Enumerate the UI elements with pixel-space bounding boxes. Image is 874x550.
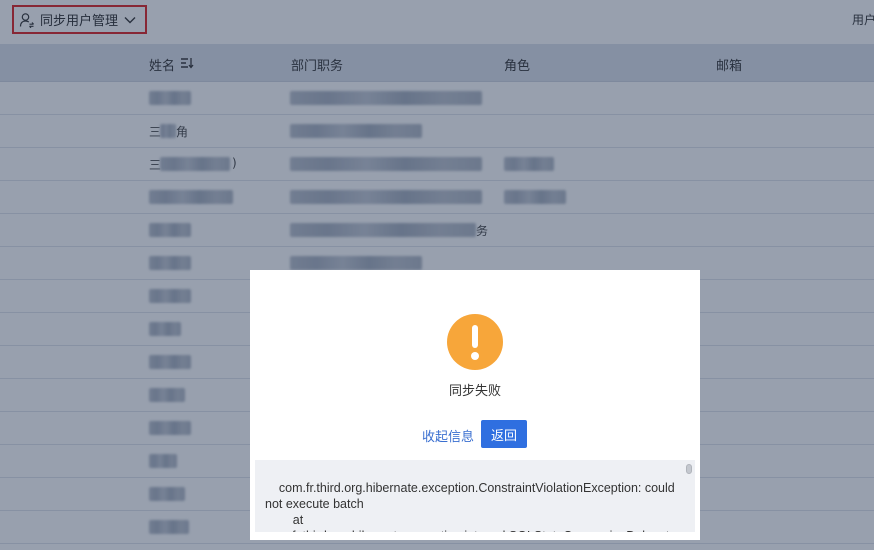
- back-button[interactable]: 返回: [481, 420, 527, 448]
- sync-result-dialog: 同步失败 收起信息 返回 com.fr.third.org.hibernate.…: [250, 270, 700, 540]
- dialog-title: 同步失败: [448, 384, 501, 399]
- collapse-info-link[interactable]: 收起信息: [422, 426, 474, 445]
- error-text: com.fr.third.org.hibernate.exception.Con…: [265, 481, 680, 532]
- error-scrollbar[interactable]: [686, 464, 692, 474]
- error-details[interactable]: com.fr.third.org.hibernate.exception.Con…: [255, 460, 695, 532]
- warning-icon: [447, 314, 503, 370]
